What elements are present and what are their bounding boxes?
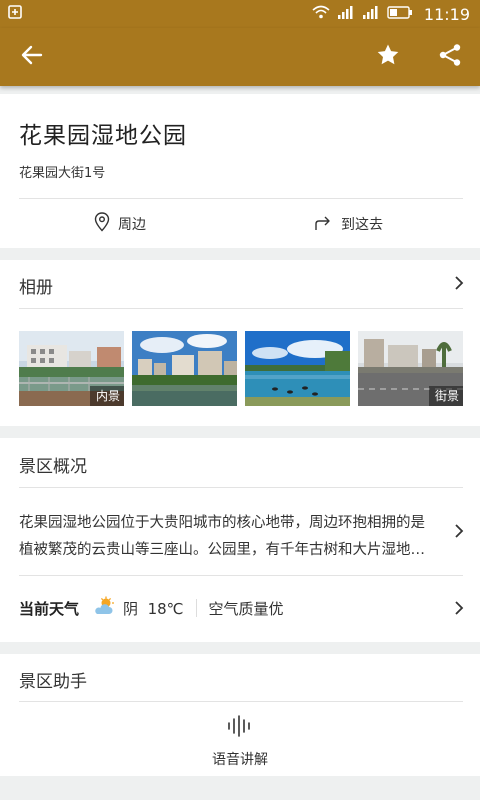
share-icon (438, 43, 462, 71)
place-header-card: 花果园湿地公园 花果园大街1号 周边 到这去 (0, 94, 480, 248)
chevron-right-icon (454, 275, 464, 295)
wifi-icon (312, 5, 330, 23)
voice-guide-label: 语音讲解 (212, 752, 268, 768)
album-photo[interactable]: 街景 (358, 331, 463, 406)
photo-label: 街景 (428, 386, 463, 406)
star-icon (376, 43, 400, 71)
place-address: 花果园大街1号 (19, 166, 106, 181)
overview-card: 景区概况 花果园湿地公园位于大贵阳城市的核心地带，周边环抱相拥的是植被繁茂的云贵… (0, 438, 480, 642)
assistant-title: 景区助手 (19, 672, 87, 692)
divider (19, 575, 463, 576)
page-title: 花果园湿地公园 (19, 123, 187, 149)
air-quality: 空气质量优 (208, 599, 284, 618)
weather-label: 当前天气 (19, 599, 80, 618)
voice-guide-button[interactable]: 语音讲解 (0, 712, 480, 772)
overview-title: 景区概况 (19, 457, 87, 477)
back-arrow-icon (21, 45, 43, 69)
chevron-right-icon (454, 600, 464, 620)
nearby-label: 周边 (118, 217, 146, 233)
album-title: 相册 (19, 278, 53, 298)
photo-apartments-over-pond (132, 331, 237, 406)
navigate-label: 到这去 (341, 217, 383, 233)
divider (19, 308, 463, 309)
divider (19, 198, 463, 199)
status-bar: 11:19 (0, 0, 480, 28)
sound-wave-icon (227, 715, 253, 741)
notification-icon (8, 5, 22, 23)
album-header[interactable]: 相册 (0, 260, 480, 308)
status-time: 11:19 (423, 4, 470, 24)
battery-icon (387, 5, 413, 23)
album-photo[interactable] (132, 331, 237, 406)
album-photo[interactable]: 内景 (19, 331, 124, 406)
divider (19, 701, 463, 702)
share-button[interactable] (434, 41, 466, 73)
nearby-button[interactable]: 周边 (0, 204, 240, 244)
location-pin-icon (94, 212, 110, 236)
album-photo[interactable] (245, 331, 350, 406)
photo-label: 内景 (89, 386, 124, 406)
photo-lake-with-ducks (245, 331, 350, 406)
overview-description-row[interactable]: 花果园湿地公园位于大贵阳城市的核心地带，周边环抱相拥的是植被繁茂的云贵山等三座山… (0, 488, 480, 574)
cloudy-sun-icon (93, 596, 115, 620)
back-button[interactable] (16, 41, 48, 73)
weather-condition-text: 阴 (123, 599, 139, 618)
signal-icon-2 (362, 5, 380, 23)
temperature: 18℃ (147, 599, 184, 618)
weather-row[interactable]: 当前天气 阴 18℃ 空气质量优 (19, 585, 459, 631)
overview-description: 花果园湿地公园位于大贵阳城市的核心地带，周边环抱相拥的是植被繁茂的云贵山等三座山… (19, 515, 425, 558)
signal-icon (337, 5, 355, 23)
app-bar (0, 28, 480, 86)
album-card: 相册 内景 街景 (0, 260, 480, 426)
favorite-button[interactable] (372, 41, 404, 73)
chevron-right-icon (454, 523, 464, 543)
navigate-button[interactable]: 到这去 (216, 204, 480, 244)
assistant-card: 景区助手 语音讲解 (0, 654, 480, 776)
weather-condition: 阴 18℃ (123, 598, 184, 619)
vertical-divider (195, 599, 197, 617)
route-arrow-icon (313, 212, 333, 236)
